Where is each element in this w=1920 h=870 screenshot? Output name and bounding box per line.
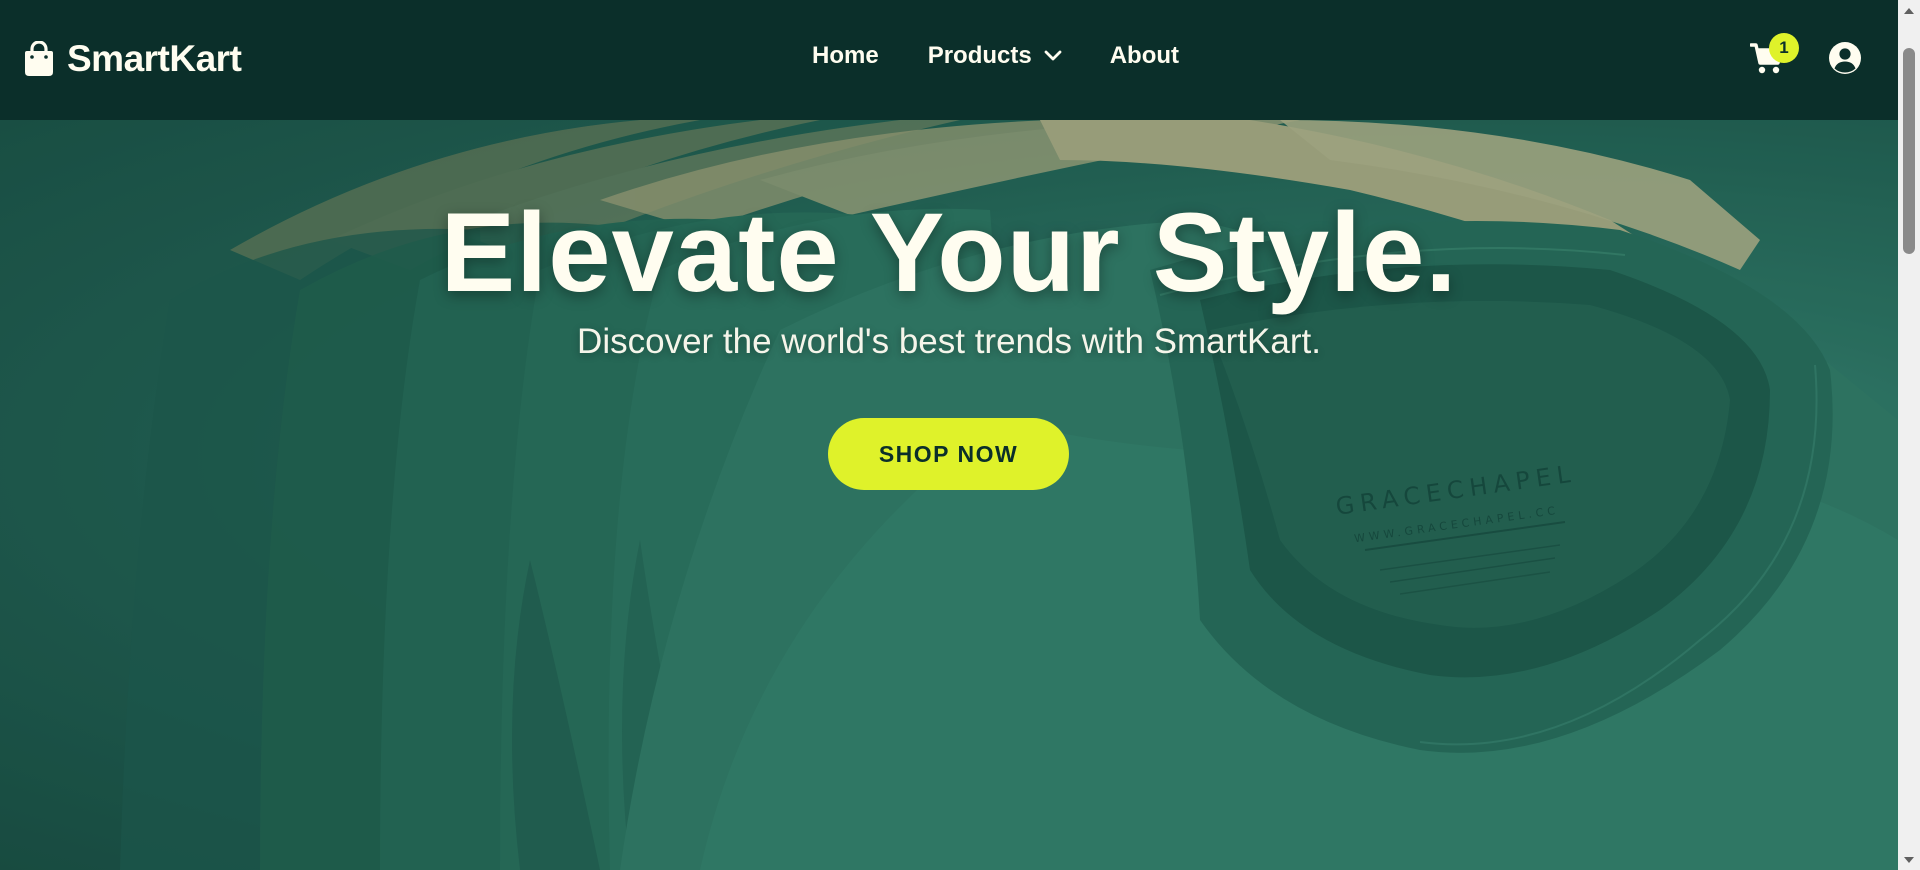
chevron-down-icon	[1044, 50, 1062, 61]
nav-link-products-label: Products	[927, 42, 1032, 69]
scroll-up-arrow-icon[interactable]	[1898, 0, 1920, 20]
nav-link-about[interactable]: About	[1110, 42, 1179, 70]
main-nav: Home Products About	[812, 42, 1179, 70]
top-navbar: SmartKart Home Products About 1	[0, 0, 1898, 120]
hero-subtitle: Discover the world's best trends with Sm…	[577, 322, 1321, 361]
brand-logo[interactable]: SmartKart	[23, 38, 242, 80]
page: SmartKart Home Products About 1 GRACECHA…	[0, 0, 1920, 870]
shop-now-button[interactable]: SHOP NOW	[828, 418, 1069, 490]
page-scrollbar[interactable]	[1898, 0, 1920, 870]
scrollbar-thumb[interactable]	[1903, 48, 1915, 254]
hero-banner: GRACECHAPEL WWW.GRACECHAPEL.CC Elevate Y…	[0, 120, 1898, 870]
nav-link-products[interactable]: Products	[928, 42, 1062, 70]
hero-title: Elevate Your Style.	[440, 190, 1458, 315]
scroll-down-arrow-icon[interactable]	[1898, 850, 1920, 870]
header-actions: 1	[1750, 33, 1862, 76]
cart-button[interactable]: 1	[1750, 33, 1799, 76]
shopping-bag-icon	[23, 41, 55, 77]
user-circle-icon	[1829, 42, 1861, 74]
cart-count-badge: 1	[1769, 33, 1799, 63]
user-account-button[interactable]	[1828, 41, 1862, 75]
nav-link-home[interactable]: Home	[812, 42, 879, 70]
brand-name: SmartKart	[67, 38, 242, 79]
